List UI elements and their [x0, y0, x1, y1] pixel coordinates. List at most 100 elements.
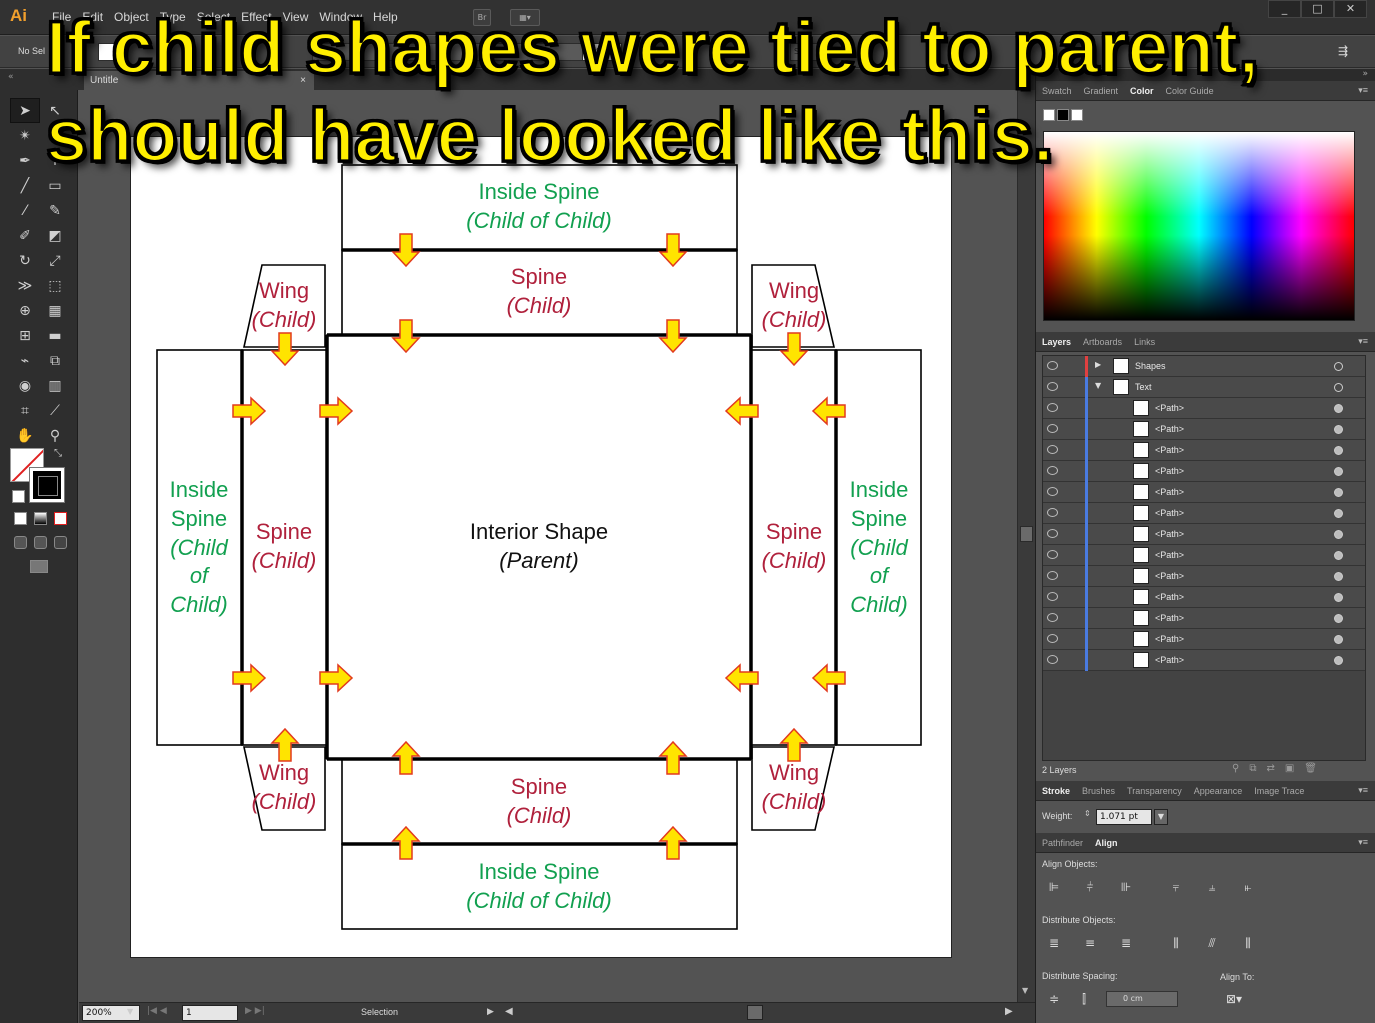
rectangle-tool-icon[interactable]: ▭: [40, 173, 70, 198]
visibility-eye-icon[interactable]: [1047, 466, 1058, 475]
opacity-field[interactable]: 00%: [582, 43, 622, 61]
target-circle-icon[interactable]: [1334, 572, 1343, 581]
free-transform-tool-icon[interactable]: ⬚: [40, 273, 70, 298]
tab-artboards[interactable]: Artboards: [1083, 337, 1122, 347]
visibility-eye-icon[interactable]: [1047, 613, 1058, 622]
path-row[interactable]: <Path>: [1043, 545, 1365, 566]
visibility-eye-icon[interactable]: [1047, 571, 1058, 580]
horizontal-scroll-thumb[interactable]: [747, 1005, 763, 1020]
scroll-left-icon[interactable]: ◀: [505, 1006, 513, 1017]
tab-brushes[interactable]: Brushes: [1082, 786, 1115, 796]
weight-field[interactable]: 1.071 pt: [1096, 809, 1152, 825]
arrange-documents-button[interactable]: ▦▾: [510, 9, 540, 26]
color-mode-icon[interactable]: [14, 512, 27, 525]
canvas-area[interactable]: Inside Spine (Child of Child) Spine (Chi…: [79, 90, 1017, 1002]
collapse-arrow-icon[interactable]: ▼: [1095, 381, 1101, 390]
distribute-top-icon[interactable]: ≣: [1046, 935, 1062, 951]
color-fill-none-icon[interactable]: [1043, 109, 1055, 121]
artboard[interactable]: Inside Spine (Child of Child) Spine (Chi…: [130, 136, 952, 958]
status-menu-icon[interactable]: ▶: [487, 1007, 494, 1017]
draw-inside-icon[interactable]: [54, 536, 67, 549]
zoom-dropdown-icon[interactable]: ▼: [127, 1007, 133, 1016]
path-row[interactable]: <Path>: [1043, 608, 1365, 629]
path-row[interactable]: <Path>: [1043, 419, 1365, 440]
visibility-eye-icon[interactable]: [1047, 487, 1058, 496]
visibility-eye-icon[interactable]: [1047, 361, 1058, 370]
magic-wand-tool-icon[interactable]: ✴: [10, 123, 40, 148]
default-colors-icon[interactable]: [12, 490, 25, 503]
blob-brush-tool-icon[interactable]: ✐: [10, 223, 40, 248]
color-white-icon[interactable]: [1071, 109, 1083, 121]
tab-pathfinder[interactable]: Pathfinder: [1042, 838, 1083, 848]
tab-appearance[interactable]: Appearance: [1194, 786, 1243, 796]
tab-links[interactable]: Links: [1134, 337, 1155, 347]
maximize-button[interactable]: □: [1301, 0, 1334, 18]
align-menu-icon[interactable]: ▾≡: [1358, 837, 1368, 848]
target-circle-icon[interactable]: [1334, 425, 1343, 434]
stroke-style-field[interactable]: [312, 43, 612, 61]
menu-window[interactable]: Window: [317, 10, 371, 24]
menu-help[interactable]: Help: [371, 10, 407, 24]
stroke-swatch[interactable]: [29, 467, 65, 503]
zoom-tool-icon[interactable]: ⚲: [40, 423, 70, 448]
tab-stroke[interactable]: Stroke: [1042, 786, 1070, 796]
visibility-eye-icon[interactable]: [1047, 382, 1058, 391]
fill-swatch-control[interactable]: [98, 43, 118, 61]
panel-menu-icon[interactable]: ▾≡: [1358, 85, 1368, 96]
path-row[interactable]: <Path>: [1043, 440, 1365, 461]
selection-tool-icon[interactable]: ➤: [10, 98, 40, 123]
rotate-tool-icon[interactable]: ↻: [10, 248, 40, 273]
pencil-tool-icon[interactable]: ✎: [40, 198, 70, 223]
target-circle-icon[interactable]: [1334, 530, 1343, 539]
target-circle-icon[interactable]: [1334, 488, 1343, 497]
slice-tool-icon[interactable]: ⟋: [40, 398, 70, 423]
blend-tool-icon[interactable]: ⧉: [40, 348, 70, 373]
distribute-bottom-icon[interactable]: ≣: [1118, 935, 1134, 951]
target-circle-icon[interactable]: [1334, 509, 1343, 518]
symbol-sprayer-tool-icon[interactable]: ◉: [10, 373, 40, 398]
distribute-left-icon[interactable]: ⫼: [1168, 935, 1184, 951]
layer-row[interactable]: ▼ Text: [1043, 377, 1365, 398]
paintbrush-tool-icon[interactable]: ⁄: [10, 198, 40, 223]
shape-builder-tool-icon[interactable]: ⊕: [10, 298, 40, 323]
tab-gradient[interactable]: Gradient: [1084, 86, 1119, 96]
visibility-eye-icon[interactable]: [1047, 655, 1058, 664]
path-row[interactable]: <Path>: [1043, 398, 1365, 419]
distribute-hcenter-icon[interactable]: ⫻: [1204, 935, 1220, 951]
tab-align[interactable]: Align: [1095, 838, 1118, 848]
tab-color[interactable]: Color: [1130, 86, 1154, 96]
distribute-vspace-icon[interactable]: ≑: [1046, 991, 1062, 1007]
menu-effect[interactable]: Effect: [239, 10, 280, 24]
target-circle-icon[interactable]: [1334, 614, 1343, 623]
mesh-tool-icon[interactable]: ⊞: [10, 323, 40, 348]
path-row[interactable]: <Path>: [1043, 524, 1365, 545]
weight-dropdown-icon[interactable]: ▼: [1154, 809, 1168, 825]
none-mode-icon[interactable]: [54, 512, 67, 525]
vertical-scroll-thumb[interactable]: [1020, 526, 1033, 542]
target-circle-icon[interactable]: [1334, 635, 1343, 644]
scroll-right-icon[interactable]: ▶: [1005, 1006, 1013, 1017]
expand-arrow-icon[interactable]: ▶: [1095, 360, 1101, 369]
interior-parent-shape[interactable]: [326, 334, 752, 760]
tab-swatches[interactable]: Swatch: [1042, 86, 1072, 96]
scroll-down-icon[interactable]: ▼: [1022, 986, 1028, 995]
document-tab[interactable]: Untitle ×: [84, 71, 314, 90]
distribute-vcenter-icon[interactable]: ≡: [1082, 935, 1098, 951]
spacing-field[interactable]: 0 cm: [1106, 991, 1178, 1007]
hand-tool-icon[interactable]: ✋: [10, 423, 40, 448]
menu-select[interactable]: Select: [195, 10, 239, 24]
align-right-icon[interactable]: ⊪: [1118, 879, 1134, 895]
close-button[interactable]: ✕: [1334, 0, 1367, 18]
close-tab-icon[interactable]: ×: [300, 71, 306, 90]
path-row[interactable]: <Path>: [1043, 629, 1365, 650]
page-field[interactable]: 1: [182, 1005, 238, 1021]
visibility-eye-icon[interactable]: [1047, 529, 1058, 538]
menu-type[interactable]: Type: [158, 10, 195, 24]
visibility-eye-icon[interactable]: [1047, 550, 1058, 559]
layers-menu-icon[interactable]: ▾≡: [1358, 336, 1368, 347]
path-row[interactable]: <Path>: [1043, 587, 1365, 608]
visibility-eye-icon[interactable]: [1047, 424, 1058, 433]
align-hcenter-icon[interactable]: ⫩: [1082, 879, 1098, 895]
stroke-menu-icon[interactable]: ▾≡: [1358, 785, 1368, 796]
collapse-icon[interactable]: «: [8, 72, 14, 82]
